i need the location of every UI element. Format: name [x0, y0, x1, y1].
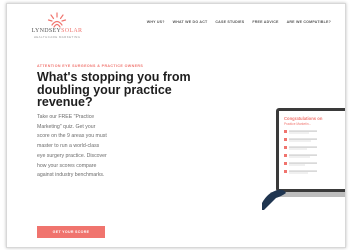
site-header: LYNDSEYSOLAR HEALTHCARE MARKETING WHY US… — [7, 4, 345, 44]
score-row-marker — [284, 170, 287, 173]
score-row-line — [289, 170, 317, 172]
nav-item-compatible[interactable]: ARE WE COMPATIBLE? — [287, 20, 331, 24]
screen-subtitle: Practice Marketin... — [284, 122, 311, 126]
get-score-button[interactable]: GET YOUR SCORE — [37, 226, 105, 238]
logo-wordmark: LYNDSEYSOLAR — [31, 28, 83, 35]
score-row-line — [289, 148, 307, 150]
hero-headline: What's stopping you from doubling your p… — [37, 70, 191, 109]
landing-page: LYNDSEYSOLAR HEALTHCARE MARKETING WHY US… — [6, 3, 346, 248]
score-row-line — [289, 164, 305, 166]
screen-title: Congratulations on — [284, 116, 323, 121]
score-row-line — [289, 130, 317, 132]
score-row-line — [289, 156, 310, 158]
hero-body-text: Take our FREE "Practice Marketing" quiz.… — [37, 114, 107, 179]
score-row-line — [289, 172, 308, 174]
sun-logo-icon — [47, 12, 67, 28]
score-row-marker — [284, 162, 287, 165]
score-row-line — [289, 138, 317, 140]
logo-name-part1: LYNDSEY — [31, 28, 62, 34]
nav-item-what-we-do[interactable]: WHAT WE DO ACT — [173, 20, 208, 24]
nav-item-free-advice[interactable]: FREE ADVICE — [252, 20, 278, 24]
laptop-illustration: Congratulations on Practice Marketin... — [262, 108, 345, 210]
score-row-marker — [284, 130, 287, 133]
score-row-marker — [284, 138, 287, 141]
score-row-line — [289, 140, 311, 142]
score-row-line — [289, 162, 317, 164]
score-row-line — [289, 146, 317, 148]
main-nav: WHY US? WHAT WE DO ACT CASE STUDIES FREE… — [147, 20, 331, 24]
logo-tagline: HEALTHCARE MARKETING — [33, 35, 81, 39]
score-row-line — [289, 132, 309, 134]
score-row-marker — [284, 154, 287, 157]
hand-illustration — [262, 189, 286, 210]
hero-eyebrow: ATTENTION EYE SURGEONS & PRACTICE OWNERS — [37, 64, 144, 68]
brand-logo[interactable]: LYNDSEYSOLAR HEALTHCARE MARKETING — [31, 12, 83, 40]
nav-item-case-studies[interactable]: CASE STUDIES — [215, 20, 244, 24]
score-row-line — [289, 154, 317, 156]
score-row-marker — [284, 146, 287, 149]
nav-item-why-us[interactable]: WHY US? — [147, 20, 165, 24]
logo-name-part2: SOLAR — [61, 28, 83, 34]
